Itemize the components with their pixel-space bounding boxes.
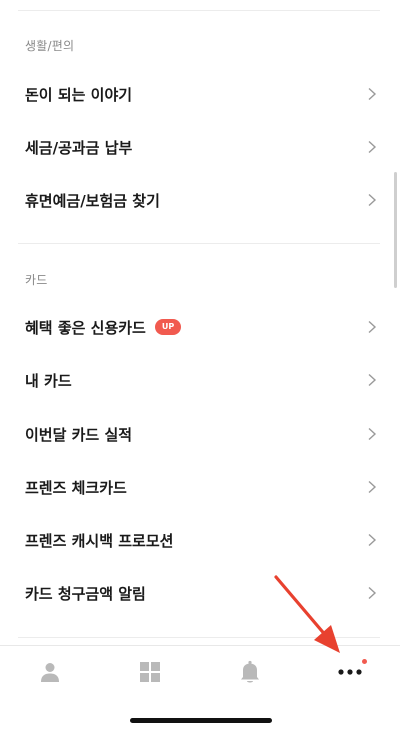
- menu-item-friends-check-card[interactable]: 프렌즈 체크카드: [0, 461, 400, 513]
- menu-item-my-card[interactable]: 내 카드: [0, 354, 400, 406]
- menu-item-label: 세금/공과금 납부: [25, 138, 133, 157]
- tab-profile[interactable]: [0, 646, 100, 698]
- chevron-right-icon: [368, 586, 377, 600]
- menu-item-label: 이번달 카드 실적: [25, 425, 133, 444]
- menu-item-label: 휴면예금/보험금 찾기: [25, 191, 160, 210]
- top-divider: [18, 10, 380, 11]
- chevron-right-icon: [368, 193, 377, 207]
- tab-more[interactable]: [300, 646, 400, 698]
- tab-notifications[interactable]: [200, 646, 300, 698]
- chevron-right-icon: [368, 480, 377, 494]
- bottom-tab-bar: [0, 645, 400, 698]
- menu-item-label: 내 카드: [25, 371, 72, 390]
- grid-icon: [140, 662, 160, 682]
- menu-item-dormant-deposit[interactable]: 휴면예금/보험금 찾기: [0, 174, 400, 226]
- menu-item-friends-cashback-promotion[interactable]: 프렌즈 캐시백 프로모션: [0, 514, 400, 566]
- scrollbar[interactable]: [394, 172, 397, 288]
- menu-item-label: 돈이 되는 이야기: [25, 85, 133, 104]
- more-icon: [338, 669, 362, 675]
- tab-all-services[interactable]: [100, 646, 200, 698]
- up-badge: UP: [154, 319, 182, 335]
- more-menu-screen: 생활/편의 돈이 되는 이야기 세금/공과금 납부 휴면예금/보험금 찾기 카드…: [0, 0, 400, 732]
- chevron-right-icon: [368, 533, 377, 547]
- section-header-card: 카드: [25, 273, 48, 287]
- chevron-right-icon: [368, 427, 377, 441]
- menu-item-label: 프렌즈 캐시백 프로모션: [25, 531, 174, 550]
- menu-item-card-billing-alert[interactable]: 카드 청구금액 알림: [0, 567, 400, 619]
- menu-item-label: 프렌즈 체크카드: [25, 478, 127, 497]
- menu-item-money-stories[interactable]: 돈이 되는 이야기: [0, 68, 400, 120]
- person-icon: [41, 663, 59, 682]
- menu-item-credit-card-benefits[interactable]: 혜택 좋은 신용카드 UP: [0, 301, 400, 353]
- bell-icon: [241, 660, 259, 683]
- bottom-divider: [18, 637, 380, 638]
- home-indicator: [130, 718, 272, 723]
- chevron-right-icon: [368, 87, 377, 101]
- chevron-right-icon: [368, 320, 377, 334]
- menu-item-label: 혜택 좋은 신용카드: [25, 318, 146, 337]
- menu-item-tax-payment[interactable]: 세금/공과금 납부: [0, 121, 400, 173]
- chevron-right-icon: [368, 373, 377, 387]
- menu-item-label: 카드 청구금액 알림: [25, 584, 146, 603]
- menu-item-monthly-card-performance[interactable]: 이번달 카드 실적: [0, 408, 400, 460]
- chevron-right-icon: [368, 140, 377, 154]
- section-header-living: 생활/편의: [25, 39, 75, 53]
- section-divider: [18, 243, 380, 244]
- notification-dot: [362, 659, 367, 664]
